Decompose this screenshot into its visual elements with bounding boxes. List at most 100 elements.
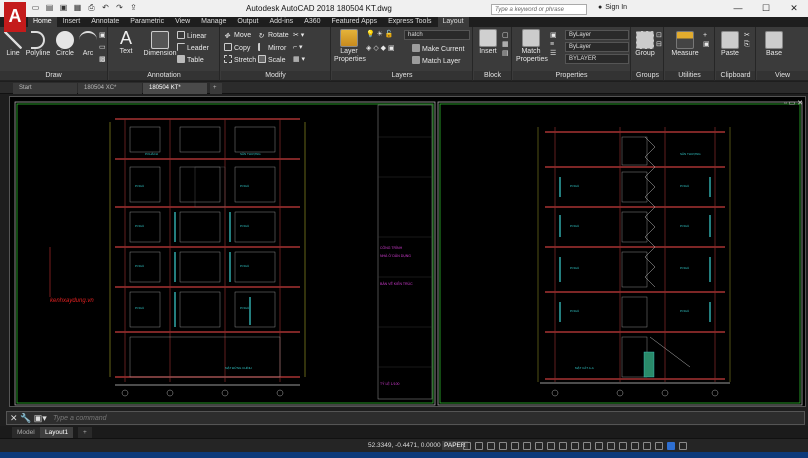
layer-dropdown[interactable]: hatch	[404, 30, 470, 40]
leader-button[interactable]: Leader	[177, 43, 209, 53]
circle-button[interactable]: Circle	[53, 31, 77, 58]
hatch-icon[interactable]: ▩	[99, 55, 106, 64]
minimize-icon[interactable]: —	[724, 0, 752, 17]
undo-icon[interactable]: ↶	[100, 3, 111, 13]
layer-tools-icons[interactable]: ◈ ◇ ◆ ▣	[366, 44, 395, 53]
open-icon[interactable]: ▤	[44, 3, 55, 13]
tab-addins[interactable]: Add-ins	[264, 17, 298, 27]
annotation-panel-label[interactable]: Annotation	[109, 71, 219, 80]
tab-layout[interactable]: Layout	[437, 17, 469, 27]
move-button[interactable]: ✥ Move	[224, 31, 251, 40]
hardware-acceleration-icon[interactable]	[655, 442, 663, 450]
add-layout-button[interactable]: +	[78, 427, 92, 438]
match-layer-button[interactable]: Match Layer	[412, 56, 461, 66]
quick-properties-icon[interactable]	[619, 442, 627, 450]
tab-insert[interactable]: Insert	[58, 17, 86, 27]
trim-icon[interactable]: ✂ ▾	[293, 31, 304, 40]
rotate-button[interactable]: ↻ Rotate	[258, 31, 289, 40]
transparency-icon[interactable]	[547, 442, 555, 450]
doc-tab-start[interactable]: Start	[13, 83, 77, 94]
draw-more-icon[interactable]: ▣	[99, 31, 106, 40]
clean-screen-icon[interactable]	[667, 442, 675, 450]
plot-icon[interactable]: ⎙	[86, 3, 97, 13]
tab-manage[interactable]: Manage	[196, 17, 231, 27]
utilities-icons[interactable]: + ▣	[703, 31, 710, 49]
lineweight-icon[interactable]	[535, 442, 543, 450]
polyline-button[interactable]: Polyline	[24, 31, 52, 58]
insert-button[interactable]: Insert	[476, 29, 500, 56]
save-icon[interactable]: ▣	[58, 3, 69, 13]
polar-icon[interactable]	[499, 442, 507, 450]
tab-view[interactable]: View	[170, 17, 195, 27]
paste-button[interactable]: Paste	[718, 31, 742, 58]
workspace-icon[interactable]	[583, 442, 591, 450]
dimension-button[interactable]: Dimension	[143, 31, 177, 58]
groups-panel-label[interactable]: Groups	[632, 71, 663, 80]
command-line[interactable]: ✕ 🔧 ▣▾ Type a command	[6, 411, 805, 425]
mirror-button[interactable]: Mirror	[258, 43, 286, 53]
modify-panel-label[interactable]: Modify	[221, 71, 330, 80]
table-button[interactable]: Table	[177, 55, 204, 65]
selection-cycling-icon[interactable]	[559, 442, 567, 450]
grid-icon[interactable]	[475, 442, 483, 450]
tab-parametric[interactable]: Parametric	[125, 17, 169, 27]
autocad-logo-button[interactable]: A	[4, 2, 26, 32]
measure-button[interactable]: Measure	[669, 31, 701, 58]
properties-panel-label[interactable]: Properties	[513, 71, 630, 80]
match-properties-button[interactable]: Match Properties	[516, 29, 548, 64]
tab-featured-apps[interactable]: Featured Apps	[327, 17, 383, 27]
share-icon[interactable]: ⇪	[128, 3, 139, 13]
tab-express-tools[interactable]: Express Tools	[383, 17, 436, 27]
linear-button[interactable]: Linear	[177, 31, 206, 41]
clipboard-icons[interactable]: ✂ ⎘	[744, 31, 750, 49]
tab-layout1[interactable]: Layout1	[40, 427, 74, 438]
sign-in[interactable]: ● Sign In	[598, 4, 627, 11]
arc-button[interactable]: Arc	[79, 31, 97, 58]
units-icon[interactable]	[607, 442, 615, 450]
annotation-monitor-icon[interactable]	[595, 442, 603, 450]
doc-tab-kt[interactable]: 180504 KT*	[143, 83, 207, 94]
close-icon[interactable]: ✕	[780, 0, 808, 17]
lock-ui-icon[interactable]	[631, 442, 639, 450]
search-input[interactable]: Type a keyword or phrase	[491, 4, 587, 15]
color-dropdown[interactable]: ByLayer	[565, 30, 629, 40]
doc-tab-xc[interactable]: 180504 XC*	[78, 83, 142, 94]
group-button[interactable]: Group	[633, 31, 657, 58]
viewport-controls[interactable]: ▫ ▭ ✕	[784, 99, 803, 107]
annotation-scale-icon[interactable]	[571, 442, 579, 450]
snap-icon[interactable]	[463, 442, 471, 450]
new-tab-button[interactable]: +	[210, 83, 222, 94]
linetype-dropdown[interactable]: BYLAYER	[565, 54, 629, 64]
copy-button[interactable]: Copy	[224, 43, 250, 53]
osnap-icon[interactable]	[511, 442, 519, 450]
base-button[interactable]: Base	[763, 31, 785, 58]
tab-a360[interactable]: A360	[299, 17, 325, 27]
clipboard-panel-label[interactable]: Clipboard	[716, 71, 755, 80]
array-icon[interactable]: ▦ ▾	[293, 55, 305, 64]
drawing-canvas[interactable]: CÔNG TRÌNH NHÀ Ở DÂN DỤNG BẢN VẼ KIẾN TR…	[9, 96, 806, 407]
group-tools-icons[interactable]: ⊡ ⊟	[656, 31, 662, 49]
maximize-icon[interactable]: ☐	[752, 0, 780, 17]
view-panel-label[interactable]: View	[757, 71, 808, 80]
tab-home[interactable]: Home	[28, 17, 57, 27]
command-input[interactable]: Type a command	[53, 415, 107, 422]
tab-model[interactable]: Model	[12, 427, 40, 438]
draw-panel-label[interactable]: Draw	[0, 71, 107, 80]
lineweight-dropdown[interactable]: ByLayer	[565, 42, 629, 52]
saveas-icon[interactable]: ▦	[72, 3, 83, 13]
tab-annotate[interactable]: Annotate	[86, 17, 124, 27]
scale-button[interactable]: Scale	[258, 55, 286, 65]
layer-state-icons[interactable]: 💡 ☀ 🔓	[366, 30, 394, 39]
make-current-button[interactable]: Make Current	[412, 44, 464, 54]
otrack-icon[interactable]	[523, 442, 531, 450]
utilities-panel-label[interactable]: Utilities	[665, 71, 714, 80]
layers-panel-label[interactable]: Layers	[332, 71, 472, 80]
line-button[interactable]: Line	[4, 31, 22, 58]
close-command-icon[interactable]: ✕ 🔧 ▣▾	[10, 413, 47, 424]
layer-properties-button[interactable]: Layer Properties	[334, 29, 366, 64]
fillet-icon[interactable]: ⌐ ▾	[293, 43, 303, 52]
block-panel-label[interactable]: Block	[474, 71, 511, 80]
text-button[interactable]: A Text	[115, 29, 137, 56]
ortho-icon[interactable]	[487, 442, 495, 450]
rectangle-icon[interactable]: ▭	[99, 43, 106, 52]
